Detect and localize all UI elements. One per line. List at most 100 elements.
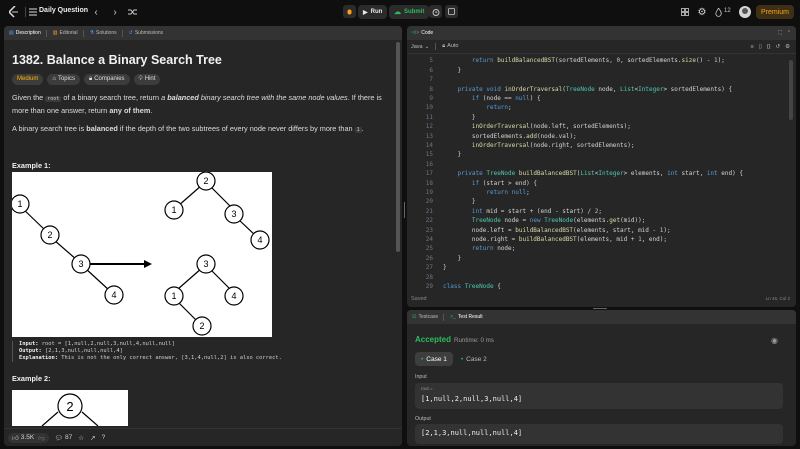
line-number: 21 xyxy=(425,207,433,215)
tag-icon: ⌂ xyxy=(52,76,56,82)
top-bar: Daily Question ‹ › ▶ Run ☁ Submit ⚙ 12 P… xyxy=(0,0,800,24)
problem-list-title[interactable]: Daily Question xyxy=(39,7,88,14)
maximize-icon[interactable]: ⛶ xyxy=(778,30,782,36)
tree-node: 2 xyxy=(203,176,208,186)
problem-tags: Medium ⌂ Topics 🔒︎ Companies 💡︎ Hint xyxy=(12,74,392,85)
example-1-tree-diagram: 1 2 3 4 2 1 3 4 3 1 4 2 xyxy=(10,171,270,336)
shuffle-icon[interactable] xyxy=(126,6,138,18)
problem-list-icon[interactable] xyxy=(29,6,37,18)
tab-submissions[interactable]: ↺ Submissions xyxy=(129,30,164,36)
tree-node: 1 xyxy=(17,199,22,209)
vertical-splitter[interactable] xyxy=(402,200,407,220)
cloud-upload-icon: ☁ xyxy=(394,9,401,16)
alarm-clock-icon[interactable] xyxy=(429,5,442,18)
tree-node: 4 xyxy=(231,291,236,301)
tab-description[interactable]: ▤ Description xyxy=(9,29,47,37)
save-status: Saved xyxy=(411,296,427,302)
hint-tag[interactable]: 💡︎ Hint xyxy=(133,74,161,85)
example-2-heading: Example 2: xyxy=(12,374,51,383)
code-line: inOrderTraversal(node.right, sortedEleme… xyxy=(471,142,635,149)
description-icon: ▤ xyxy=(9,30,14,36)
help-icon[interactable]: ? xyxy=(102,434,106,441)
terminal-icon: >_ xyxy=(450,314,456,320)
comments-button[interactable]: 💬︎ 87 xyxy=(55,434,73,442)
companies-tag[interactable]: 🔒︎ Companies xyxy=(83,74,130,85)
difficulty-badge: Medium xyxy=(12,74,44,85)
editor-scrollbar[interactable] xyxy=(789,60,793,120)
streak-flame-icon[interactable] xyxy=(713,6,723,18)
gear-icon[interactable]: ⚙ xyxy=(697,6,707,18)
eye-icon[interactable]: ◉ xyxy=(771,336,778,345)
case-2-button[interactable]: • Case 2 xyxy=(457,352,491,366)
runtime: Runtime: 0 ms xyxy=(454,337,494,344)
comment-icon: 💬︎ xyxy=(54,434,64,442)
example-1-io: Input: root = [1,null,2,null,3,null,4,nu… xyxy=(12,341,392,362)
example-1-heading: Example 1: xyxy=(12,161,51,170)
submit-button[interactable]: ☁ Submit xyxy=(389,5,430,19)
code-editor[interactable]: 4 inOrderTraversal(root, sortedElements)… xyxy=(407,54,796,290)
chevron-up-icon[interactable]: ⌃ xyxy=(787,30,791,36)
line-number: 5 xyxy=(429,57,433,65)
run-button[interactable]: ▶ Run xyxy=(358,5,388,19)
line-number: 13 xyxy=(425,132,433,140)
tab-test-result[interactable]: >_ Test Result xyxy=(450,314,482,320)
star-icon[interactable]: ☆ xyxy=(78,434,84,442)
lightbulb-icon: 💡︎ xyxy=(138,76,143,82)
divider xyxy=(25,7,26,17)
line-number: 26 xyxy=(425,254,433,262)
code-line: return null; xyxy=(486,189,530,196)
code-line: return buildBalancedBST(sortedElements, … xyxy=(471,57,725,65)
tab-testcase[interactable]: ☑ Testcase xyxy=(412,313,445,321)
tab-editorial[interactable]: ▥ Editorial xyxy=(53,29,84,37)
problem-title[interactable]: 1382. Balance a Binary Search Tree xyxy=(12,52,392,68)
output-heading: Output xyxy=(415,416,431,422)
result-status: Accepted xyxy=(415,335,452,344)
format-icon[interactable]: ≡ xyxy=(751,44,754,50)
next-problem-icon[interactable]: › xyxy=(110,6,120,18)
case-1-button[interactable]: • Case 1 xyxy=(415,352,453,366)
braces-icon[interactable]: {} xyxy=(767,44,771,50)
description-scrollbar[interactable] xyxy=(396,42,400,252)
auto-mode-toggle[interactable]: 🔒︎ Auto xyxy=(442,43,458,50)
code-line: } xyxy=(443,113,476,121)
arrow-icon xyxy=(144,260,152,268)
code-panel-header: </> Code ⛶ ⌃ xyxy=(407,26,796,40)
test-result-panel: ☑ Testcase >_ Test Result Accepted Runti… xyxy=(407,310,796,446)
layout-grid-icon[interactable] xyxy=(680,6,690,18)
tree-node: 3 xyxy=(78,259,83,269)
line-number: 4 xyxy=(407,54,433,55)
play-icon: ▶ xyxy=(363,9,368,16)
like-button[interactable]: 👍︎ 3.5K 👎︎ xyxy=(8,432,49,443)
debug-icon[interactable] xyxy=(343,5,356,18)
tab-code[interactable]: </> Code xyxy=(412,30,433,36)
bookmark-icon[interactable]: ▯ xyxy=(759,44,762,50)
topics-tag[interactable]: ⌂ Topics xyxy=(47,74,80,85)
code-line: } xyxy=(443,198,476,206)
cursor-position: Ln 45, Col 2 xyxy=(765,296,790,301)
line-number: 17 xyxy=(425,170,433,178)
line-number: 7 xyxy=(429,76,433,84)
code-line: private TreeNode buildBalancedBST(List<I… xyxy=(457,170,743,178)
prev-problem-icon[interactable]: ‹ xyxy=(91,6,101,18)
premium-button[interactable]: Premium xyxy=(756,5,795,19)
avatar[interactable] xyxy=(739,6,751,18)
share-icon[interactable]: ↗ xyxy=(90,434,95,442)
logo-icon[interactable] xyxy=(8,6,20,18)
line-number: 27 xyxy=(425,264,433,272)
tab-solutions[interactable]: ⚗ Solutions xyxy=(90,29,123,37)
horizontal-splitter[interactable] xyxy=(590,307,610,310)
code-line: private void inOrderTraversal(TreeNode n… xyxy=(457,85,733,93)
line-number: 24 xyxy=(425,236,433,243)
line-number: 18 xyxy=(425,179,433,187)
reset-icon[interactable]: ↺ xyxy=(775,44,780,50)
thumbs-down-icon[interactable]: 👎︎ xyxy=(38,434,45,442)
tree-node: 3 xyxy=(231,209,236,219)
language-select[interactable]: Java ⌄ xyxy=(411,44,429,50)
notes-icon[interactable] xyxy=(445,5,458,18)
code-line: inOrderTraversal(node.left, sortedElemen… xyxy=(471,123,631,131)
tree-node: 4 xyxy=(257,235,262,245)
settings-icon[interactable]: ⚙ xyxy=(785,44,790,50)
code-line: sortedElements.add(node.val); xyxy=(443,132,577,140)
line-number: 22 xyxy=(425,217,433,225)
code-icon: </> xyxy=(412,30,420,36)
